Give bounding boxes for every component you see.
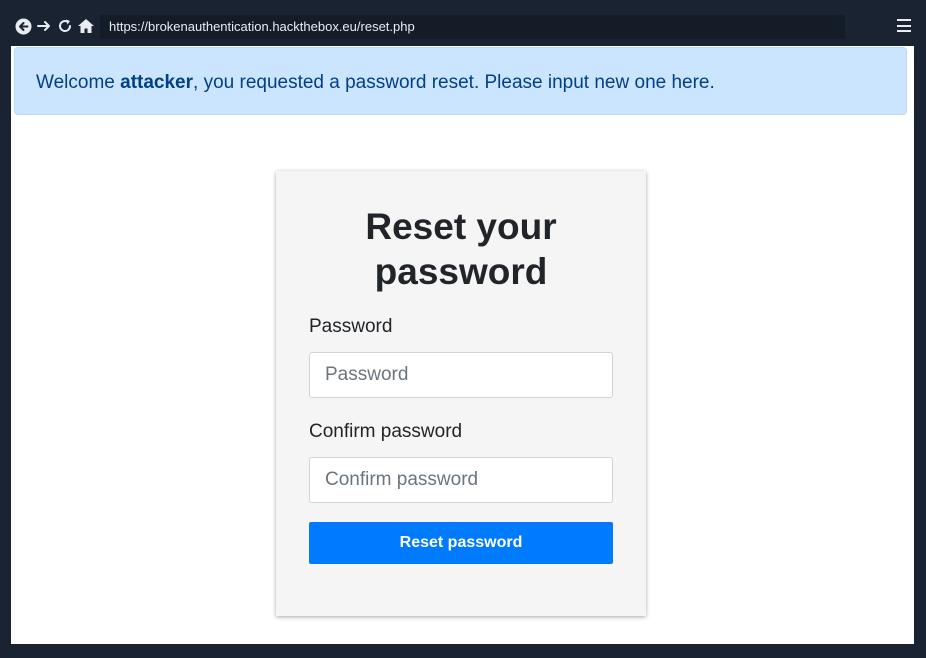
alert-username: attacker [120, 72, 194, 93]
forward-icon[interactable] [35, 16, 53, 36]
alert-suffix: , you requested a password reset. Please… [193, 72, 715, 93]
alert-message: Welcome attacker, you requested a passwo… [36, 72, 715, 94]
alert-prefix: Welcome [36, 72, 121, 93]
hamburger-menu-icon[interactable] [897, 19, 911, 32]
password-label: Password [309, 316, 393, 337]
password-input[interactable] [309, 352, 613, 398]
confirm-password-label: Confirm password [309, 421, 463, 442]
browser-nav-icons [14, 16, 95, 36]
reset-password-card: Reset your password Password Confirm pas… [276, 171, 646, 616]
page-viewport: Welcome attacker, you requested a passwo… [11, 46, 914, 644]
address-bar[interactable]: https://brokenauthentication.hackthebox.… [100, 15, 845, 39]
page-title: Reset your password [365, 206, 557, 292]
back-icon[interactable] [14, 16, 32, 36]
home-icon[interactable] [77, 16, 95, 36]
confirm-password-input[interactable] [309, 457, 613, 503]
browser-toolbar: https://brokenauthentication.hackthebox.… [0, 0, 926, 46]
reload-icon[interactable] [56, 16, 74, 36]
url-text: https://brokenauthentication.hackthebox.… [109, 19, 415, 34]
welcome-alert: Welcome attacker, you requested a passwo… [14, 47, 907, 115]
reset-password-button[interactable]: Reset password [309, 522, 613, 564]
